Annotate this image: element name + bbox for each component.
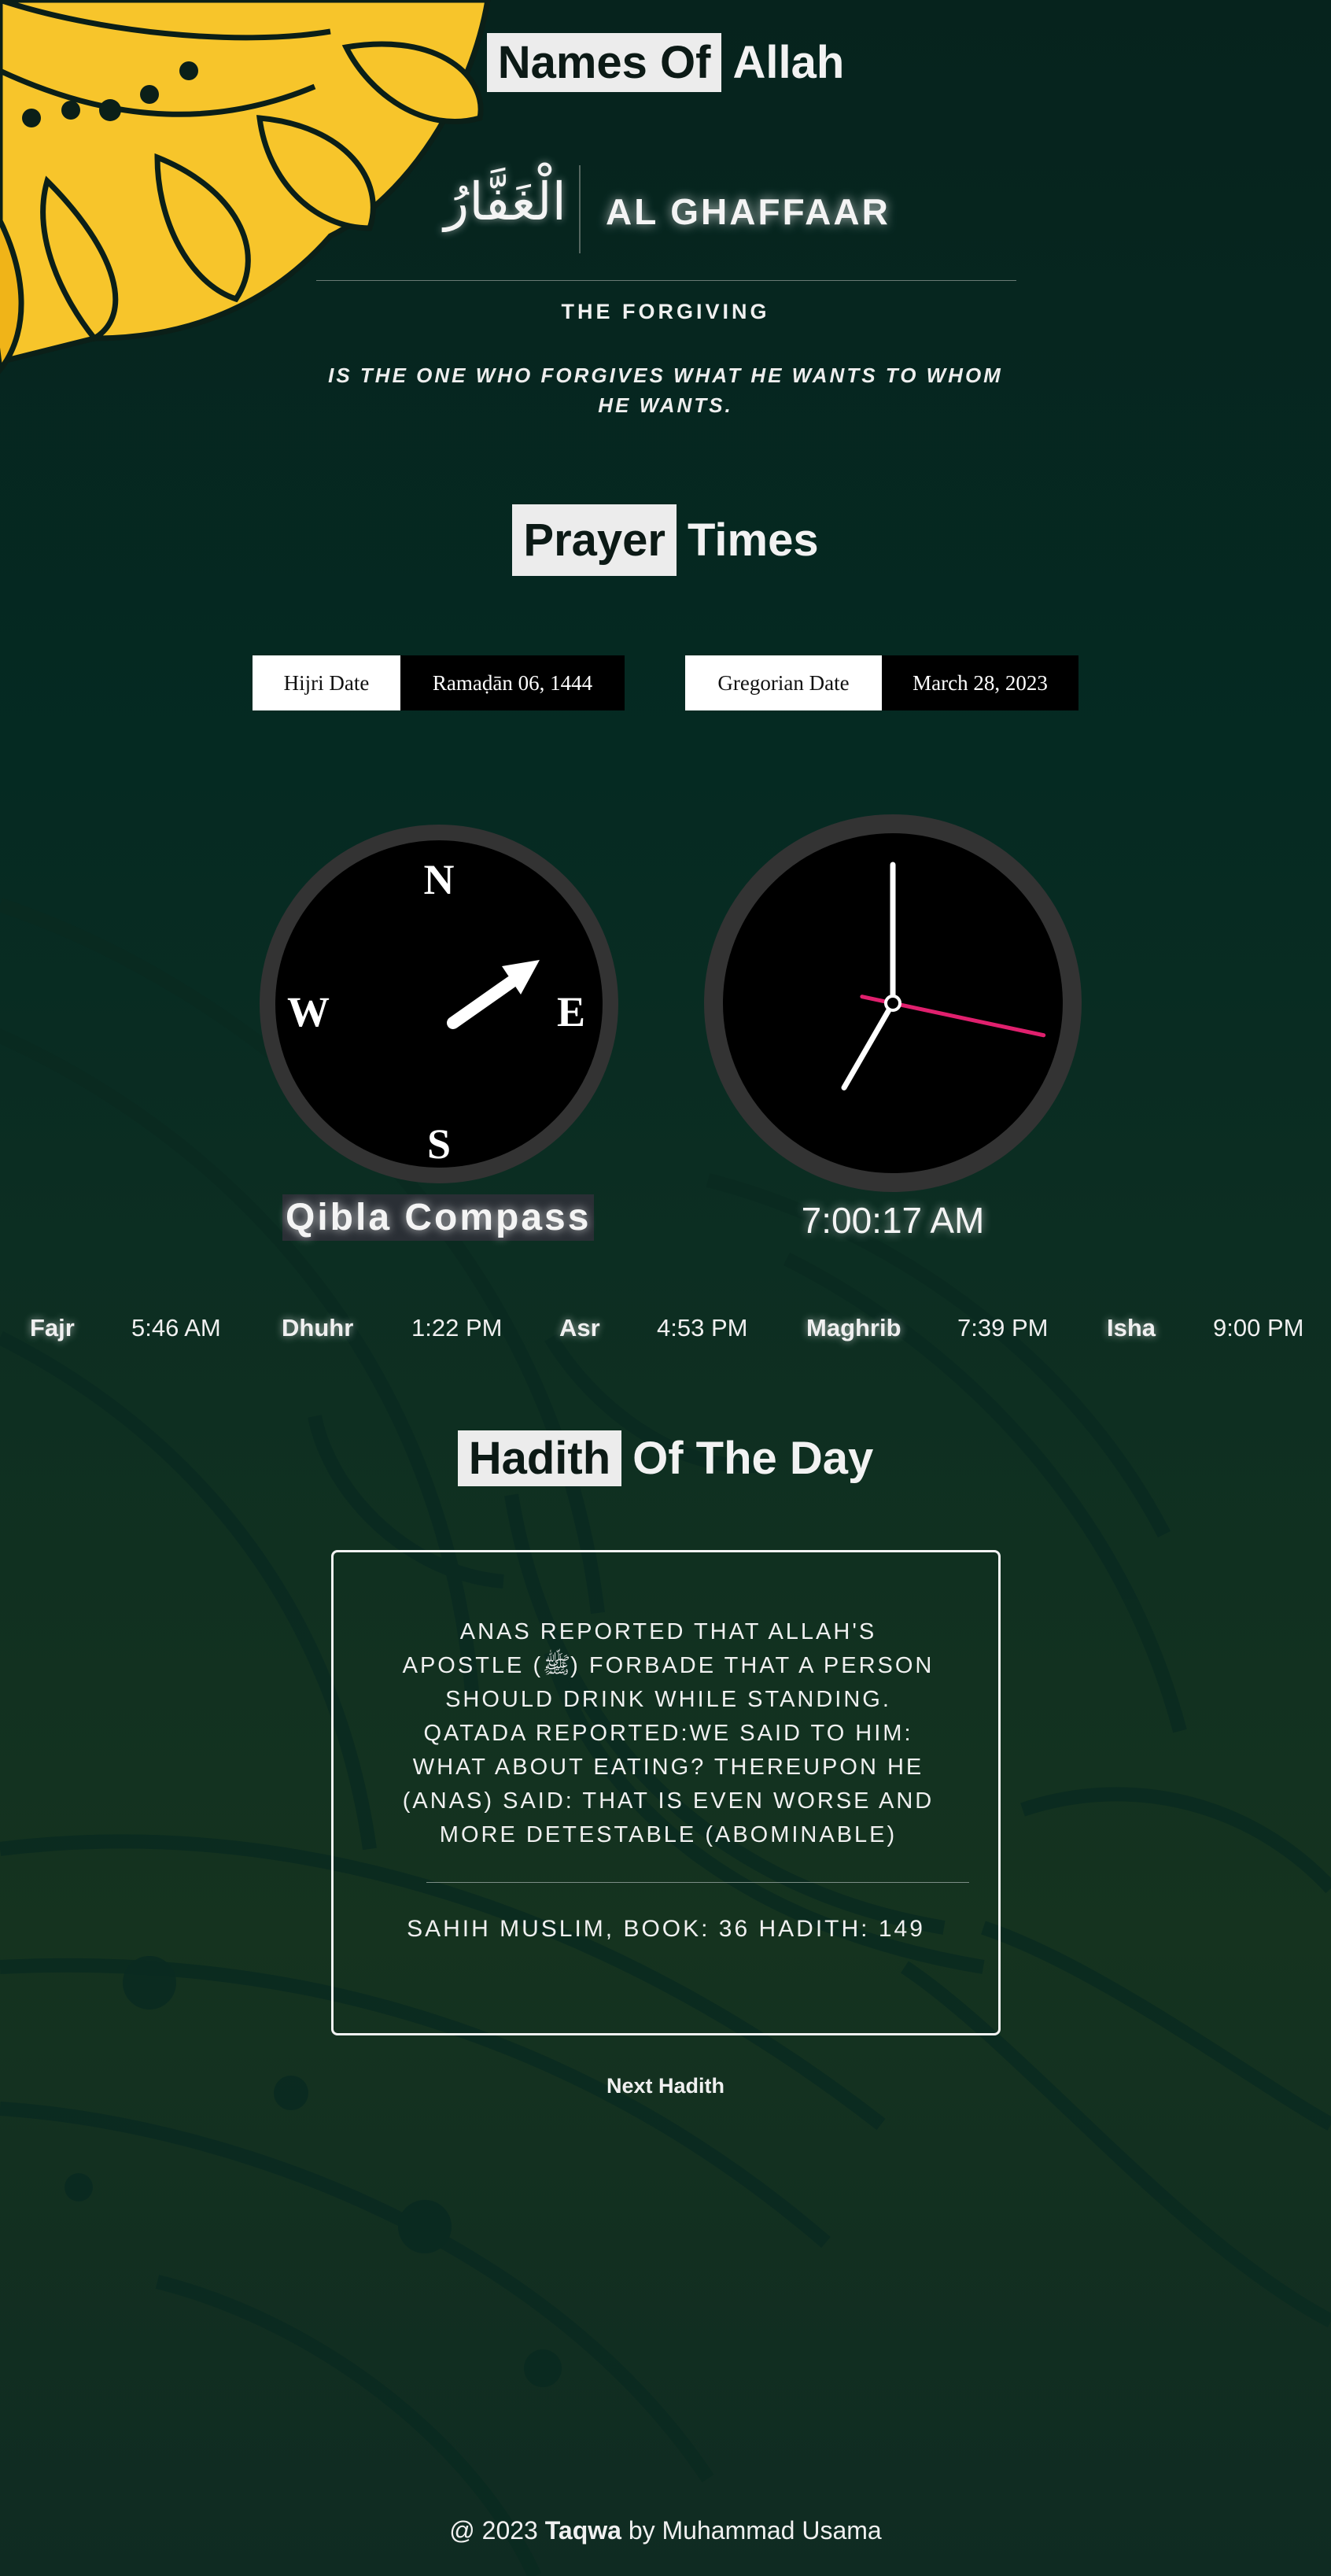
hadith-heading: Hadith Of The Day: [0, 1430, 1331, 1486]
hijri-date-value: Ramaḍān 06, 1444: [400, 655, 625, 710]
hadith-card: ANAS REPORTED THAT ALLAH'S APOSTLE (ﷺ) F…: [331, 1550, 1001, 2035]
names-heading-rest: Allah: [732, 37, 845, 88]
prayer-heading-highlight: Prayer: [512, 504, 677, 576]
arabic-name: الْغَفَّارُ: [444, 172, 566, 232]
analog-clock: [704, 814, 1082, 1192]
prayer-name-fajr: Fajr: [30, 1314, 75, 1342]
footer-copyright: @ 2023: [449, 2516, 538, 2545]
prayer-name-isha: Isha: [1107, 1314, 1156, 1342]
hadith-heading-highlight: Hadith: [457, 1430, 622, 1486]
prayer-time-fajr: 5:46 AM: [131, 1314, 221, 1342]
names-heading: Names Of Allah: [0, 33, 1331, 92]
clock-second-hand: [890, 1001, 1046, 1038]
hijri-date-box: Hijri Date Ramaḍān 06, 1444: [253, 655, 625, 710]
next-hadith-wrap: Next Hadith: [0, 2074, 1331, 2098]
prayer-time-asr: 4:53 PM: [657, 1314, 748, 1342]
clock-center-pin: [884, 995, 901, 1012]
prayer-heading-rest: Times: [688, 515, 819, 566]
footer-by: by: [628, 2516, 655, 2545]
prayer-name-dhuhr: Dhuhr: [282, 1314, 354, 1342]
hadith-reference: SAHIH MUSLIM, BOOK: 36 HADITH: 149: [407, 1916, 925, 1942]
hadith-heading-rest: Of The Day: [632, 1433, 874, 1484]
footer-brand[interactable]: Taqwa: [545, 2516, 621, 2545]
prayer-time-isha: 9:00 PM: [1213, 1314, 1304, 1342]
prayer-time-dhuhr: 1:22 PM: [411, 1314, 503, 1342]
footer: @ 2023 Taqwa by Muhammad Usama: [0, 2516, 1331, 2545]
gregorian-date-value: March 28, 2023: [882, 655, 1078, 710]
clock-face: [841, 862, 1046, 1091]
clock-hour-hand: [841, 1000, 896, 1091]
footer-author[interactable]: Muhammad Usama: [662, 2516, 882, 2545]
names-heading-highlight: Names Of: [486, 33, 722, 92]
hijri-date-label: Hijri Date: [253, 655, 400, 710]
gregorian-date-box: Gregorian Date March 28, 2023: [685, 655, 1078, 710]
name-description: IS THE ONE WHO FORGIVES WHAT HE WANTS TO…: [328, 364, 1003, 417]
name-meaning: THE FORGIVING: [561, 300, 770, 323]
prayer-time-maghrib: 7:39 PM: [957, 1314, 1049, 1342]
prayer-heading: Prayer Times: [0, 504, 1331, 576]
qibla-compass: N S E W: [260, 825, 618, 1183]
hadith-text: ANAS REPORTED THAT ALLAH'S APOSTLE (ﷺ) F…: [402, 1619, 935, 1847]
english-name: AL GHAFFAAR: [606, 191, 890, 232]
next-hadith-button[interactable]: Next Hadith: [607, 2074, 724, 2098]
hadith-divider: [426, 1882, 969, 1883]
prayer-name-maghrib: Maghrib: [806, 1314, 901, 1342]
name-divider-vertical: [579, 165, 581, 253]
clock-time-text: 7:00:17 AM: [801, 1200, 985, 1241]
gregorian-date-label: Gregorian Date: [685, 655, 882, 710]
qibla-compass-label: Qibla Compass: [282, 1194, 595, 1241]
name-divider-horizontal: [316, 280, 1016, 281]
qibla-arrow-icon: [447, 960, 540, 1029]
prayer-name-asr: Asr: [559, 1314, 600, 1342]
